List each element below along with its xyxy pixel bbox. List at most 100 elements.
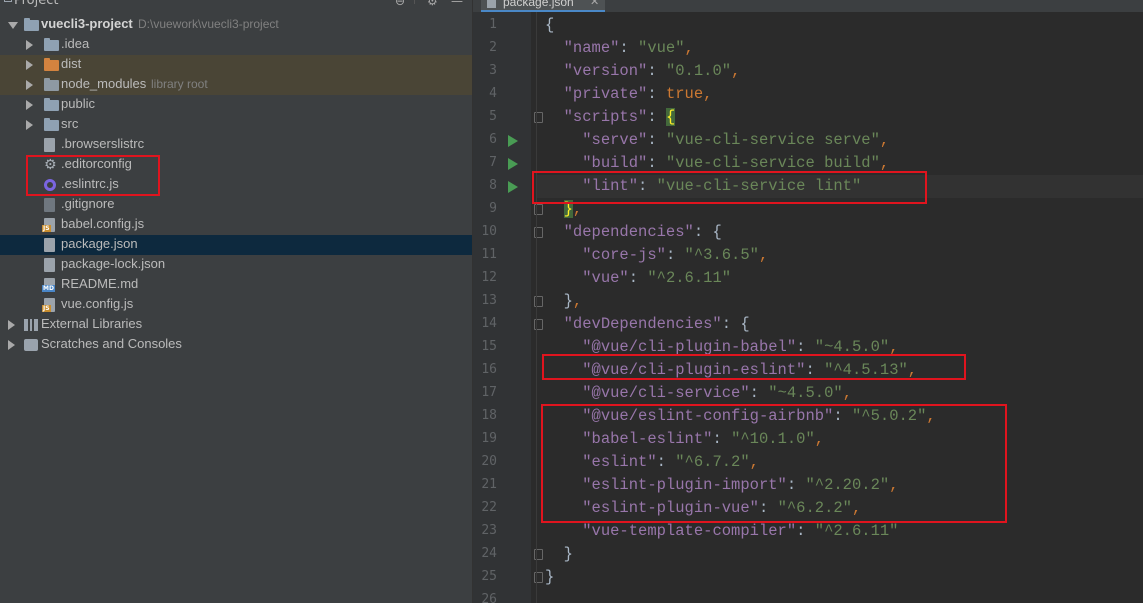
code-line[interactable]: "version": "0.1.0", xyxy=(545,60,741,83)
code-line[interactable]: "eslint": "^6.7.2", xyxy=(545,451,759,474)
tree-item-label: node_modules xyxy=(61,76,147,91)
gutter-row: 2 xyxy=(473,37,531,60)
code-line[interactable]: "@vue/cli-plugin-eslint": "^4.5.13", xyxy=(545,359,917,382)
code-line[interactable]: "build": "vue-cli-service build", xyxy=(545,152,889,175)
chevron-right-icon[interactable] xyxy=(8,340,15,350)
code-line[interactable]: "private": true, xyxy=(545,83,713,106)
chevron-right-icon[interactable] xyxy=(26,40,33,50)
project-panel-title[interactable]: Project xyxy=(14,0,58,8)
close-tab-icon[interactable]: ✕ xyxy=(590,0,599,8)
code-token: "^10.1.0" xyxy=(731,430,815,448)
code-line[interactable]: "eslint-plugin-import": "^2.20.2", xyxy=(545,474,898,497)
line-number: 3 xyxy=(489,63,497,78)
code-token: "vue" xyxy=(638,39,685,57)
tree-item-label: External Libraries xyxy=(41,316,143,331)
json-file-icon xyxy=(487,0,496,8)
tree-item-src[interactable]: src xyxy=(0,115,472,135)
code-line[interactable]: "eslint-plugin-vue": "^6.2.2", xyxy=(545,497,861,520)
chevron-right-icon[interactable] xyxy=(8,320,15,330)
tree-item-gitignore[interactable]: .gitignore xyxy=(0,195,472,215)
tree-item-vue-config[interactable]: JS vue.config.js xyxy=(0,295,472,315)
code-token: "private" xyxy=(563,85,648,103)
code-line[interactable]: "babel-eslint": "^10.1.0", xyxy=(545,428,824,451)
code-line[interactable]: "@vue/cli-plugin-babel": "~4.5.0", xyxy=(545,336,899,359)
tree-item-root[interactable]: vuecli3-project D:\vuework\vuecli3-projec… xyxy=(0,15,472,35)
code-line[interactable]: "scripts": { xyxy=(545,106,676,129)
code-token: : xyxy=(749,384,769,402)
tree-item-eslintrc[interactable]: .eslintrc.js xyxy=(0,175,472,195)
tree-item-idea[interactable]: .idea xyxy=(0,35,472,55)
fold-guide xyxy=(536,12,537,603)
run-script-icon[interactable] xyxy=(508,181,518,193)
gear-icon[interactable]: ⚙ xyxy=(427,0,438,8)
hide-panel-icon[interactable]: — xyxy=(451,0,463,8)
tree-item-browserslistrc[interactable]: .browserslistrc xyxy=(0,135,472,155)
tree-item-external-libs[interactable]: External Libraries xyxy=(0,315,472,335)
chevron-right-icon[interactable] xyxy=(26,100,33,110)
eslint-icon xyxy=(44,179,56,191)
code-token: : xyxy=(693,223,713,241)
tab-package-json[interactable]: package.json ✕ xyxy=(481,0,605,12)
chevron-right-icon[interactable] xyxy=(26,80,33,90)
run-script-icon[interactable] xyxy=(508,158,518,170)
tree-item-editorconfig[interactable]: ⚙ .editorconfig xyxy=(0,155,472,175)
tree-item-package-lock[interactable]: package-lock.json xyxy=(0,255,472,275)
code-line[interactable]: "vue": "^2.6.11" xyxy=(545,267,731,290)
code-token: { xyxy=(740,315,750,333)
chevron-right-icon[interactable] xyxy=(26,60,33,70)
code-line[interactable]: "core-js": "^3.6.5", xyxy=(545,244,768,267)
line-number: 20 xyxy=(481,454,497,469)
run-script-icon[interactable] xyxy=(508,135,518,147)
code-line[interactable]: "serve": "vue-cli-service serve", xyxy=(545,129,889,152)
code-line[interactable]: "vue-template-compiler": "^2.6.11" xyxy=(545,520,898,543)
code-line[interactable]: { xyxy=(545,14,554,37)
gutter-row: 25 xyxy=(473,566,543,589)
code-token: "^2.20.2" xyxy=(805,476,890,494)
code-line[interactable]: }, xyxy=(545,290,583,313)
code-line[interactable]: "@vue/eslint-config-airbnb": "^5.0.2", xyxy=(545,405,936,428)
gutter-row: 1 xyxy=(473,14,531,37)
code-token: "~4.5.0" xyxy=(768,384,843,402)
collapse-icon[interactable]: ⊖ xyxy=(395,0,405,8)
line-number: 4 xyxy=(489,86,497,101)
code-line-current[interactable]: "lint": "vue-cli-service lint" xyxy=(537,175,1143,198)
tree-item-babel-config[interactable]: JS babel.config.js xyxy=(0,215,472,235)
gutter-row: 17 xyxy=(473,382,531,405)
chevron-right-icon[interactable] xyxy=(26,120,33,130)
tree-item-readme[interactable]: MD README.md xyxy=(0,275,472,295)
tree-item-scratches[interactable]: Scratches and Consoles xyxy=(0,335,472,355)
folder-icon xyxy=(44,38,59,51)
code-line[interactable]: }, xyxy=(545,198,582,221)
tree-item-public[interactable]: public xyxy=(0,95,472,115)
code-line[interactable]: } xyxy=(545,566,554,589)
js-badge: JS xyxy=(42,225,51,232)
gutter-row: 6 xyxy=(473,129,531,152)
tree-item-package-json[interactable]: package.json xyxy=(0,235,472,255)
code-line[interactable]: "dependencies": { xyxy=(545,221,722,244)
code-token: : xyxy=(786,476,806,494)
excluded-folder-icon xyxy=(44,58,59,71)
code-token: , xyxy=(889,338,899,356)
tree-item-label: package.json xyxy=(61,236,138,251)
code-line[interactable]: "devDependencies": { xyxy=(545,313,750,336)
code-line[interactable]: "@vue/cli-service": "~4.5.0", xyxy=(545,382,852,405)
tree-item-node-modules[interactable]: node_modules library root xyxy=(0,75,472,95)
chevron-down-icon[interactable] xyxy=(8,22,18,29)
code-token: , xyxy=(879,154,890,172)
code-line[interactable]: "name": "vue", xyxy=(545,37,694,60)
line-number: 24 xyxy=(481,546,497,561)
gutter-row: 18 xyxy=(473,405,531,428)
code-line[interactable]: } xyxy=(545,543,573,566)
code-token: "name" xyxy=(563,39,620,57)
tree-item-dist[interactable]: dist xyxy=(0,55,472,75)
code-token: , xyxy=(879,131,890,149)
